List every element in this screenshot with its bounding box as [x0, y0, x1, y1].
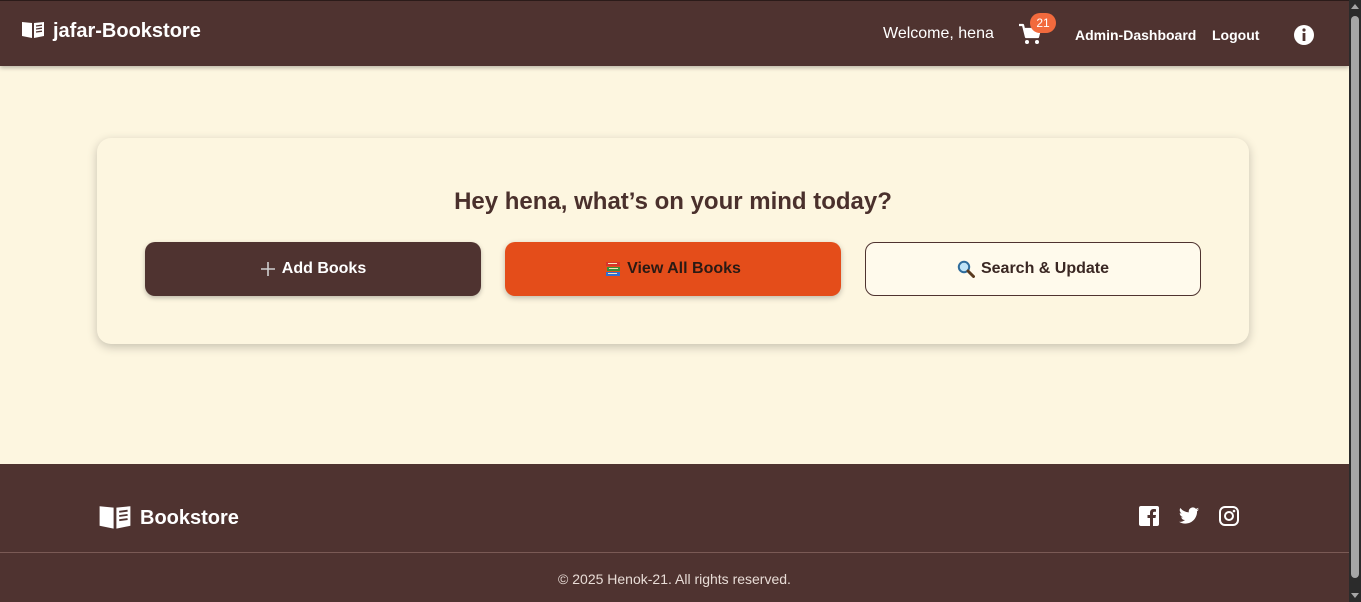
cart-count-badge: 21: [1030, 13, 1056, 33]
twitter-icon[interactable]: [1178, 505, 1200, 527]
books-icon: [605, 261, 621, 277]
instagram-icon[interactable]: [1218, 505, 1240, 527]
footer: Bookstore © 2025 Henok-21. All rights re…: [0, 464, 1349, 602]
search-update-button[interactable]: Search & Update: [865, 242, 1201, 296]
logout-link[interactable]: Logout: [1212, 27, 1259, 43]
greeting-heading: Hey hena, what’s on your mind today?: [454, 188, 892, 215]
search-update-label: Search & Update: [980, 260, 1110, 277]
facebook-icon[interactable]: [1138, 505, 1160, 527]
open-book-icon: [21, 19, 45, 44]
scroll-down-icon[interactable]: [1351, 593, 1359, 598]
info-icon: [1293, 25, 1315, 50]
footer-brand: Bookstore: [98, 502, 239, 535]
plus-icon: [260, 261, 276, 277]
brand-name: jafar-Bookstore: [53, 20, 201, 42]
cart-button[interactable]: 21: [1018, 13, 1056, 49]
magnifier-icon: [957, 260, 975, 278]
brand-link[interactable]: jafar-Bookstore: [21, 19, 201, 44]
copyright-text: © 2025 Henok-21. All rights reserved.: [558, 571, 791, 587]
view-all-books-label: View All Books: [627, 260, 741, 277]
vertical-scrollbar[interactable]: [1349, 0, 1361, 602]
welcome-text: Welcome, hena: [883, 25, 994, 42]
add-books-label: Add Books: [281, 260, 367, 277]
top-navbar: jafar-Bookstore Welcome, hena 21 Admin-D…: [0, 0, 1349, 66]
info-button[interactable]: [1293, 24, 1315, 46]
cart-icon: [1018, 23, 1042, 49]
footer-brand-name: Bookstore: [140, 507, 239, 529]
view-all-books-button[interactable]: View All Books: [505, 242, 841, 296]
add-books-button[interactable]: Add Books: [145, 242, 481, 296]
footer-divider: [0, 552, 1349, 553]
scroll-up-icon[interactable]: [1351, 4, 1359, 9]
admin-dashboard-link[interactable]: Admin-Dashboard: [1075, 27, 1196, 43]
scrollbar-thumb[interactable]: [1351, 16, 1359, 578]
action-card: Hey hena, what’s on your mind today? Add…: [97, 138, 1249, 344]
open-book-icon: [98, 502, 132, 535]
social-links: [1138, 505, 1258, 527]
